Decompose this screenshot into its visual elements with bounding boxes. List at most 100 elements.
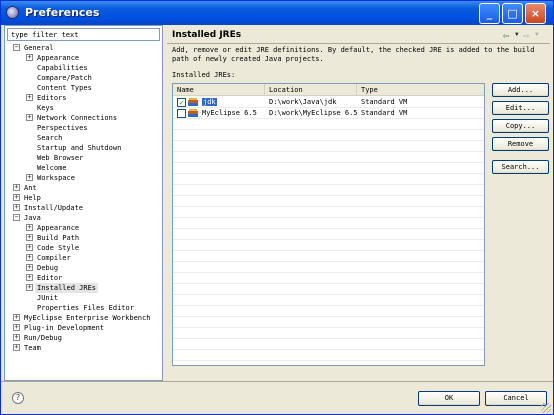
expand-icon[interactable]: + — [13, 344, 20, 351]
tree-item-label: Run/Debug — [24, 334, 62, 342]
resize-grip[interactable] — [541, 403, 551, 413]
empty-table-row — [173, 163, 484, 174]
back-menu-dropdown-icon[interactable]: ▼ — [515, 31, 519, 38]
tree-item-label: General — [24, 44, 54, 52]
empty-table-row — [173, 284, 484, 295]
tree-item-label: Team — [24, 344, 41, 352]
add-button-label: Add... — [507, 86, 534, 94]
expand-icon[interactable]: + — [26, 284, 33, 291]
empty-table-row — [173, 185, 484, 196]
search-button-label: Search... — [501, 163, 540, 171]
checkbox-unchecked[interactable] — [177, 109, 186, 118]
cell-name-text: jdk — [202, 98, 217, 106]
empty-table-row — [173, 251, 484, 262]
expand-icon[interactable]: + — [13, 324, 20, 331]
header-separator — [167, 43, 550, 44]
expand-icon[interactable]: + — [26, 244, 33, 251]
expand-icon[interactable]: + — [13, 314, 20, 321]
expand-icon[interactable]: + — [26, 54, 33, 61]
expand-icon[interactable]: + — [26, 114, 33, 121]
collapse-icon[interactable]: − — [13, 214, 20, 221]
cell-name-text: MyEclipse 6.5 — [202, 109, 257, 117]
page-title: Installed JREs — [172, 30, 242, 40]
empty-table-row — [173, 141, 484, 152]
maximize-button[interactable]: □ — [502, 3, 523, 24]
expand-icon[interactable]: + — [26, 174, 33, 181]
empty-table-row — [173, 119, 484, 130]
forward-menu-dropdown-icon[interactable]: ▼ — [535, 31, 539, 38]
tree-item-label: Network Connections — [37, 114, 118, 122]
tree-item-label: Code Style — [37, 244, 80, 252]
title-bar[interactable]: Preferences _ □ × — [1, 1, 553, 25]
tree-item-label: Content Types — [37, 84, 92, 92]
empty-table-row — [173, 273, 484, 284]
empty-table-row — [173, 339, 484, 350]
search-button[interactable]: Search... — [492, 160, 549, 174]
empty-table-row — [173, 229, 484, 240]
expand-icon[interactable]: + — [13, 334, 20, 341]
filter-input[interactable] — [7, 28, 160, 41]
ok-button[interactable]: OK — [418, 391, 480, 406]
expand-icon[interactable]: + — [26, 274, 33, 281]
empty-table-row — [173, 306, 484, 317]
empty-table-row — [173, 152, 484, 163]
jre-table[interactable]: Name Location Type ✓ jdk D:\work\Java\jdk S… — [172, 83, 485, 366]
tree-item-label: Search — [37, 134, 63, 142]
remove-button[interactable]: Remove — [492, 137, 549, 151]
checkbox-checked[interactable]: ✓ — [177, 98, 186, 107]
expand-icon[interactable]: + — [13, 194, 20, 201]
tree-item-label: Editors — [37, 94, 67, 102]
tree-item-label: Startup and Shutdown — [37, 144, 122, 152]
tree-item-label: Appearance — [37, 224, 80, 232]
column-header-location[interactable]: Location — [265, 84, 357, 96]
jre-library-icon — [188, 98, 199, 107]
tree-item-label: Perspectives — [37, 124, 88, 132]
expand-icon[interactable]: + — [26, 224, 33, 231]
column-header-type[interactable]: Type — [357, 84, 484, 96]
forward-arrow-icon[interactable]: ⇨ — [523, 29, 530, 42]
minimize-button[interactable]: _ — [479, 3, 500, 24]
expand-icon[interactable]: + — [26, 94, 33, 101]
cancel-button[interactable]: Cancel — [485, 391, 547, 406]
expand-icon[interactable]: + — [26, 264, 33, 271]
tree-item-label: Workspace — [37, 174, 75, 182]
expand-icon[interactable]: + — [13, 204, 20, 211]
edit-button-label: Edit... — [505, 104, 536, 112]
tree-item-label: JUnit — [37, 294, 59, 302]
cell-name: MyEclipse 6.5 — [202, 108, 264, 119]
cell-name: jdk — [202, 97, 264, 108]
empty-table-row — [173, 361, 484, 365]
tree-item-label: Compiler — [37, 254, 71, 262]
copy-button-label: Copy... — [505, 122, 536, 130]
tree-item-label: Help — [24, 194, 41, 202]
dialog-content: −General+AppearanceCapabilitiesCompare/P… — [4, 25, 550, 381]
empty-table-row — [173, 130, 484, 141]
help-icon[interactable]: ? — [12, 392, 24, 404]
empty-table-row — [173, 328, 484, 339]
column-header-name[interactable]: Name — [173, 84, 265, 96]
tree-item-label: Debug — [37, 264, 59, 272]
copy-button[interactable]: Copy... — [492, 119, 549, 133]
empty-table-row — [173, 262, 484, 273]
installed-jres-page: Installed JREs ⇦ ▼ ⇨ ▼ Add, remove or ed… — [167, 25, 550, 381]
window-title: Preferences — [25, 6, 100, 19]
tree-item-label: Web Browser — [37, 154, 84, 162]
expand-icon[interactable]: + — [13, 184, 20, 191]
cell-type: Standard VM — [361, 98, 408, 106]
add-button[interactable]: Add... — [492, 83, 549, 97]
collapse-icon[interactable]: − — [13, 44, 20, 51]
tree-item-label: Build Path — [37, 234, 80, 242]
expand-icon[interactable]: + — [26, 254, 33, 261]
preference-tree-pane: −General+AppearanceCapabilitiesCompare/P… — [4, 25, 163, 381]
cell-type: Standard VM — [361, 109, 408, 117]
back-arrow-icon[interactable]: ⇦ — [503, 29, 510, 42]
page-description: Add, remove or edit JRE definitions. By … — [172, 46, 535, 63]
tree-item-label: Installed JREs — [35, 283, 99, 293]
edit-button[interactable]: Edit... — [492, 101, 549, 115]
empty-table-row — [173, 350, 484, 361]
table-row[interactable]: ✓ jdk D:\work\Java\jdk Standard VM — [173, 97, 484, 108]
table-row[interactable]: MyEclipse 6.5 D:\work\MyEclipse 6.5 Standa… — [173, 108, 484, 119]
tree-item-label: Install/Update — [24, 204, 84, 212]
expand-icon[interactable]: + — [26, 234, 33, 241]
close-button[interactable]: × — [525, 3, 546, 24]
